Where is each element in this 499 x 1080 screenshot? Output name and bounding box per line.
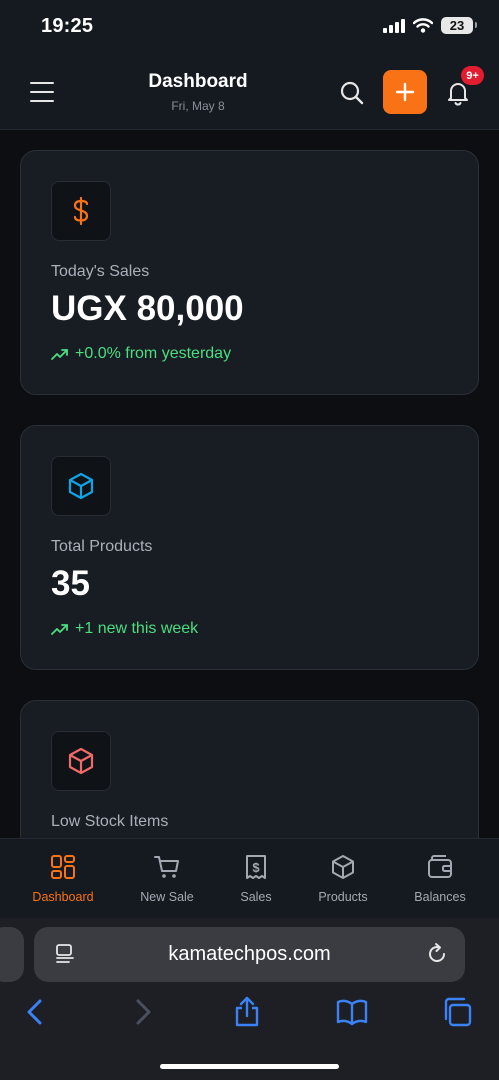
home-indicator [160, 1064, 339, 1069]
back-icon[interactable] [19, 996, 51, 1028]
search-button[interactable] [338, 79, 366, 107]
box-icon [68, 747, 94, 775]
search-icon [340, 81, 364, 105]
card-trend-text: +0.0% from yesterday [75, 345, 232, 362]
bottom-nav: Dashboard New Sale $ Sales Products Bala… [0, 838, 499, 918]
trending-up-icon [51, 349, 68, 360]
cart-icon [154, 856, 179, 878]
browser-tools [0, 996, 499, 1032]
card-trend: +1 new this week [51, 620, 198, 638]
page-date: Fri, May 8 [171, 99, 225, 113]
receipt-icon: $ [246, 855, 266, 879]
nav-balances[interactable]: Balances [390, 853, 490, 904]
battery-icon: 23 [441, 17, 477, 34]
status-icons: 23 [383, 17, 477, 34]
reload-icon[interactable] [425, 942, 449, 966]
url-text: kamatechpos.com [168, 943, 331, 965]
share-icon[interactable] [231, 996, 263, 1028]
card-value: UGX 80,000 [51, 289, 244, 328]
todays-sales-card[interactable]: Today's Sales UGX 80,000 +0.0% from yest… [20, 150, 479, 395]
wallet-icon [428, 855, 452, 878]
svg-text:$: $ [252, 860, 260, 875]
box-icon [332, 855, 354, 879]
cellular-signal-icon [383, 18, 405, 33]
add-button[interactable] [383, 70, 427, 114]
notification-badge: 9+ [461, 66, 484, 85]
card-icon-box [51, 181, 111, 241]
card-trend-text: +1 new this week [75, 620, 199, 637]
address-bar[interactable]: kamatechpos.com [34, 927, 465, 982]
nav-new-sale[interactable]: New Sale [117, 853, 217, 904]
tabs-icon[interactable] [441, 996, 473, 1028]
forward-icon[interactable] [127, 996, 159, 1028]
wifi-icon [413, 18, 433, 33]
page-title: Dashboard [148, 71, 248, 92]
dollar-icon [73, 196, 89, 226]
trending-up-icon [51, 624, 68, 635]
nav-sales[interactable]: $ Sales [206, 853, 306, 904]
previous-tab-preview[interactable] [0, 927, 24, 982]
plus-icon [395, 82, 415, 102]
nav-products[interactable]: Products [293, 853, 393, 904]
nav-label: Dashboard [32, 890, 94, 904]
card-label: Total Products [51, 538, 153, 555]
grid-icon [51, 855, 75, 879]
total-products-card[interactable]: Total Products 35 +1 new this week [20, 425, 479, 670]
nav-label: New Sale [140, 890, 194, 904]
nav-label: Balances [414, 890, 466, 904]
app-header: Dashboard Fri, May 8 9+ [0, 55, 499, 130]
browser-toolbar: kamatechpos.com [0, 918, 499, 1080]
card-label: Today's Sales [51, 263, 150, 280]
card-value: 35 [51, 564, 90, 603]
bookmarks-icon[interactable] [336, 996, 368, 1028]
status-time: 19:25 [41, 15, 94, 37]
card-icon-box [51, 456, 111, 516]
box-icon [68, 472, 94, 500]
card-trend: +0.0% from yesterday [51, 345, 231, 363]
card-icon-box [51, 731, 111, 791]
nav-dashboard[interactable]: Dashboard [13, 853, 113, 904]
card-label: Low Stock Items [51, 813, 169, 830]
status-bar: 19:25 23 [0, 0, 499, 55]
nav-label: Sales [240, 890, 272, 904]
nav-label: Products [318, 890, 368, 904]
